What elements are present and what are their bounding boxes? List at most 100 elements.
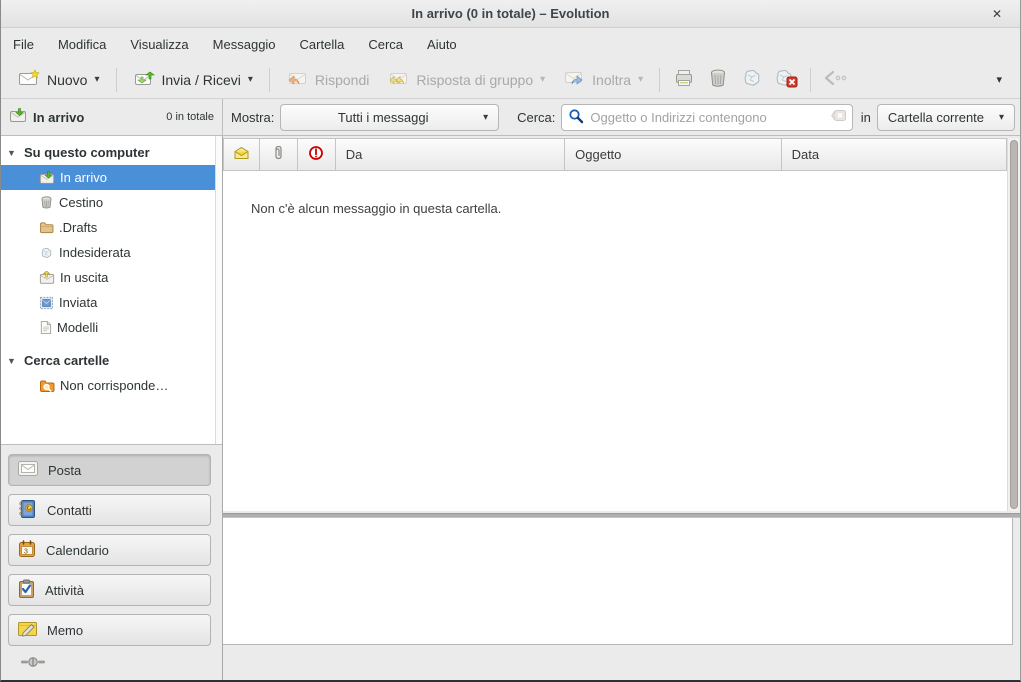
tree-group-label: Cerca cartelle <box>24 353 109 368</box>
junk-button[interactable] <box>735 64 769 96</box>
reply-icon <box>286 69 308 90</box>
sidebar: ▼ Su questo computer In arrivo Cestino .… <box>1 136 223 680</box>
menu-visualizza[interactable]: Visualizza <box>130 37 188 52</box>
column-header-priority[interactable] <box>298 138 336 171</box>
attachment-icon <box>273 145 284 164</box>
column-header-attachment[interactable] <box>260 138 298 171</box>
new-button-label: Nuovo <box>47 72 87 88</box>
column-header-data[interactable]: Data <box>782 138 1007 171</box>
switcher-calendar-button[interactable]: 3 Calendario <box>8 534 211 566</box>
junk-icon <box>740 67 764 92</box>
content-area: ▼ Su questo computer In arrivo Cestino .… <box>1 136 1020 680</box>
reply-button-label: Rispondi <box>315 72 369 88</box>
scrollbar-thumb[interactable] <box>1010 140 1018 509</box>
sidebar-item-non-corrisponde[interactable]: Non corrisponde… <box>1 373 222 398</box>
menu-messaggio[interactable]: Messaggio <box>213 37 276 52</box>
preview-pane[interactable] <box>223 518 1013 645</box>
sidebar-item-in-uscita[interactable]: In uscita <box>1 265 222 290</box>
expander-icon[interactable]: ▼ <box>7 148 19 158</box>
show-label: Mostra: <box>231 110 274 125</box>
sidebar-item-drafts[interactable]: .Drafts <box>1 215 222 240</box>
back-button[interactable] <box>818 64 852 96</box>
column-header-status[interactable] <box>223 138 260 171</box>
dropdown-icon: ▾ <box>483 112 488 123</box>
dropdown-icon: ▾ <box>638 74 643 85</box>
toolbar-overflow-button[interactable]: ▾ <box>986 73 1012 86</box>
sidebar-item-inviata[interactable]: Inviata <box>1 290 222 315</box>
column-header-oggetto[interactable]: Oggetto <box>565 138 781 171</box>
folder-tree: ▼ Su questo computer In arrivo Cestino .… <box>1 136 222 445</box>
tree-group-label: Su questo computer <box>24 145 150 160</box>
group-reply-button[interactable]: Risposta di gruppo ▾ <box>378 64 554 96</box>
sidebar-item-cestino[interactable]: Cestino <box>1 190 222 215</box>
titlebar: In arrivo (0 in totale) – Evolution ✕ <box>1 0 1020 28</box>
menu-cerca[interactable]: Cerca <box>368 37 403 52</box>
new-button[interactable]: Nuovo ▾ <box>9 64 109 96</box>
forward-button-label: Inoltra <box>592 72 631 88</box>
switcher-label: Calendario <box>46 543 109 558</box>
switcher-mail-button[interactable]: Posta <box>8 454 211 486</box>
status-bar <box>1 646 1020 680</box>
column-label: Da <box>346 147 363 162</box>
search-scope-dropdown[interactable]: Cartella corrente ▾ <box>877 104 1015 131</box>
column-header-da[interactable]: Da <box>336 138 565 171</box>
current-folder-name: In arrivo <box>33 110 84 125</box>
folder-icon <box>39 221 54 234</box>
new-mail-icon <box>18 69 40 90</box>
sidebar-item-label: Modelli <box>57 320 98 335</box>
in-label: in <box>861 110 871 125</box>
evolution-window: In arrivo (0 in totale) – Evolution ✕ Fi… <box>0 0 1021 682</box>
separator <box>116 68 117 92</box>
expander-icon[interactable]: ▼ <box>7 356 19 366</box>
message-list[interactable]: Non c'è alcun messaggio in questa cartel… <box>223 171 1007 511</box>
separator <box>810 68 811 92</box>
inbox-icon <box>39 171 55 185</box>
online-status-icon[interactable] <box>21 656 45 671</box>
clear-search-icon[interactable] <box>831 109 846 125</box>
sidebar-scrollbar[interactable] <box>215 136 222 445</box>
search-input[interactable] <box>590 110 824 125</box>
sidebar-item-label: Indesiderata <box>59 245 131 260</box>
send-receive-button[interactable]: Invia / Ricevi ▾ <box>124 64 262 96</box>
menu-cartella[interactable]: Cartella <box>300 37 345 52</box>
sidebar-item-label: In uscita <box>60 270 108 285</box>
forward-icon <box>563 69 585 90</box>
sidebar-item-label: In arrivo <box>60 170 107 185</box>
sidebar-item-in-arrivo[interactable]: In arrivo <box>1 165 215 190</box>
search-icon <box>568 108 584 127</box>
calendar-icon: 3 <box>17 539 37 562</box>
forward-button[interactable]: Inoltra ▾ <box>554 64 652 96</box>
search-scope-value: Cartella corrente <box>888 110 991 125</box>
tree-group-cerca-cartelle[interactable]: ▼ Cerca cartelle <box>1 348 222 373</box>
switcher-tasks-button[interactable]: Attività <box>8 574 211 606</box>
separator <box>659 68 660 92</box>
priority-icon <box>308 145 324 164</box>
switcher-label: Memo <box>47 623 83 638</box>
reply-button[interactable]: Rispondi <box>277 64 378 96</box>
switcher-label: Attività <box>45 583 84 598</box>
sidebar-item-label: Inviata <box>59 295 97 310</box>
menu-file[interactable]: File <box>13 37 34 52</box>
sidebar-item-label: .Drafts <box>59 220 97 235</box>
filter-search-bar: In arrivo 0 in totale Mostra: Tutti i me… <box>1 99 1020 136</box>
switcher-memos-button[interactable]: Memo <box>8 614 211 646</box>
delete-button[interactable] <box>701 64 735 96</box>
message-list-scrollbar[interactable] <box>1007 138 1020 511</box>
send-receive-icon <box>133 69 155 90</box>
message-status-icon <box>233 146 250 163</box>
column-label: Oggetto <box>575 147 621 162</box>
sidebar-item-indesiderata[interactable]: Indesiderata <box>1 240 222 265</box>
menu-aiuto[interactable]: Aiuto <box>427 37 457 52</box>
current-folder-indicator: In arrivo 0 in totale <box>1 99 223 135</box>
tree-group-on-this-computer[interactable]: ▼ Su questo computer <box>1 140 222 165</box>
not-junk-button[interactable] <box>769 64 803 96</box>
print-button[interactable] <box>667 64 701 96</box>
sidebar-item-modelli[interactable]: Modelli <box>1 315 222 340</box>
close-button[interactable]: ✕ <box>988 5 1006 23</box>
menu-modifica[interactable]: Modifica <box>58 37 106 52</box>
back-icon <box>821 68 849 91</box>
switcher-contacts-button[interactable]: Contatti <box>8 494 211 526</box>
message-filter-dropdown[interactable]: Tutti i messaggi ▾ <box>280 104 499 131</box>
toolbar: Nuovo ▾ Invia / Ricevi ▾ Rispondi Rispos… <box>1 61 1020 99</box>
switcher-label: Posta <box>48 463 81 478</box>
